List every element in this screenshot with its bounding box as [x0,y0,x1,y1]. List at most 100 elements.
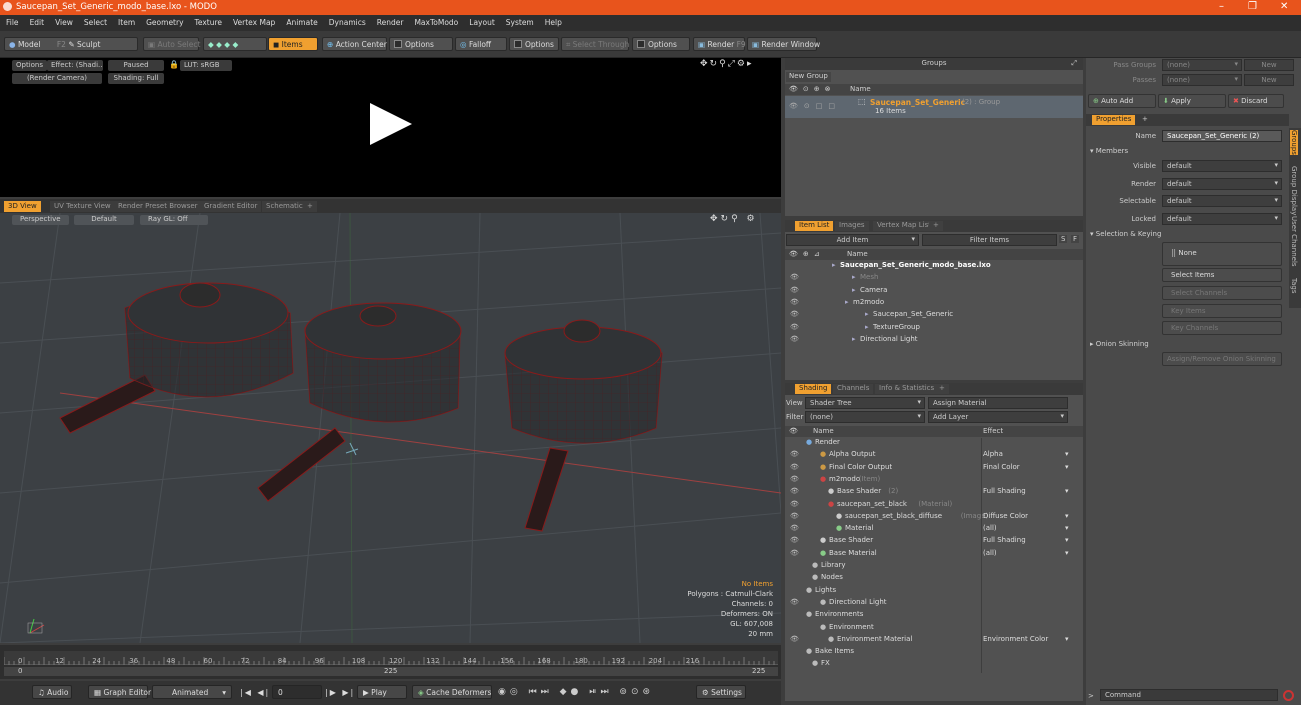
tab-render-preset-browser[interactable]: Render Preset Browser [114,201,202,212]
falloff-button[interactable]: ◎ Falloff [455,37,507,51]
side-tab-group-display[interactable]: Group Display [1290,166,1298,215]
shader-row[interactable]: 👁 ● Environment Material Environment Color ▾ [785,635,1083,647]
eye-icon[interactable]: 👁 [790,475,799,483]
tab-item-list[interactable]: Item List [795,221,834,231]
audio-button[interactable]: ♫ Audio [32,685,72,699]
eye-icon[interactable]: 👁 [790,463,799,471]
eye-icon[interactable]: 👁 [790,450,799,458]
item-row[interactable]: 👁 ▸ Camera [785,286,1083,298]
add-item-dropdown[interactable]: Add Item ▾ [786,234,919,246]
tab-schematic[interactable]: Schematic [262,201,307,212]
render-button[interactable]: ▣ Render F9 [693,37,746,51]
minimize-button[interactable]: – [1219,1,1224,12]
menu-system[interactable]: System [500,15,539,27]
expand-icon[interactable]: ⤢ [1071,59,1077,68]
chevron-down-icon[interactable]: ▾ [1065,512,1069,520]
shader-row[interactable]: ● Lights [785,586,1083,598]
item-row[interactable]: 👁 ▸ Saucepan_Set_Generic [785,310,1083,322]
shader-row[interactable]: 👁 ● saucepan_set_black (Material) [785,500,1083,512]
settings-button[interactable]: ⚙ Settings [696,685,746,699]
selection-keying-section[interactable]: ▾ Selection & Keying [1090,230,1161,238]
eye-icon[interactable]: 👁 [790,512,799,520]
preview-options-button[interactable]: Options [12,60,48,71]
members-section[interactable]: ▾ Members [1090,147,1128,155]
timeline-range[interactable]: 0 225 225 [4,667,778,676]
frame-field[interactable]: 0 [272,685,322,699]
tab-gradient-editor[interactable]: Gradient Editor [200,201,262,212]
shader-row[interactable]: 👁 ● Base Shader Full Shading ▾ [785,536,1083,548]
assign-onion-button[interactable]: Assign/Remove Onion Skinning [1162,352,1282,366]
tab-properties[interactable]: Properties [1092,115,1136,125]
eye-icon[interactable]: 👁 [790,635,799,643]
s-button[interactable]: S [1059,235,1068,243]
eye-icon[interactable]: 👁 [790,273,799,281]
layer-effect[interactable]: Final Color [983,463,1020,471]
animated-dropdown[interactable]: Animated ▾ [152,685,232,699]
filter-dropdown[interactable]: (none) ▾ [805,411,925,423]
lock-icon[interactable]: 🔒 [169,60,179,69]
eye-icon[interactable]: 👁 [790,536,799,544]
shader-row[interactable]: 👁 ● m2modo (Item) [785,475,1083,487]
menu-maxtomodo[interactable]: MaxToModo [408,15,463,27]
tab--[interactable]: + [303,201,317,212]
chevron-down-icon[interactable]: ▾ [1065,487,1069,495]
camera-dropdown[interactable]: (Render Camera) [12,73,102,84]
eye-icon[interactable]: 👁 [790,487,799,495]
menu-select[interactable]: Select [78,15,112,27]
new-pass-button[interactable]: New [1244,74,1294,86]
key-items-button[interactable]: Key Items [1162,304,1282,318]
shader-row[interactable]: 👁 ● Final Color Output Final Color ▾ [785,463,1083,475]
viewport-nav-icons[interactable]: ✥↻⚲ ⚙ [710,214,758,224]
menu-texture[interactable]: Texture [189,15,227,27]
falloff-options[interactable]: Options [509,37,559,51]
shader-row[interactable]: 👁 ● Directional Light [785,598,1083,610]
model-button[interactable]: ● Model F2 ✎ Sculpt [4,37,138,51]
shader-row[interactable]: 👁 ● saucepan_set_black_diffuse (Image) Diffu… [785,512,1083,524]
tab-shading[interactable]: Shading [795,384,832,394]
graph-editor-button[interactable]: ▦ Graph Editor [88,685,151,699]
effect-dropdown[interactable]: Effect: (Shadi... [47,60,103,71]
eye-icon[interactable]: 👁 [790,524,799,532]
onion-skinning-section[interactable]: ▸ Onion Skinning [1090,340,1149,348]
side-tab-tags[interactable]: Tags [1290,278,1298,294]
shader-row[interactable]: ● FX [785,659,1083,671]
layer-effect[interactable]: Diffuse Color [983,512,1028,520]
menu-geometry[interactable]: Geometry [140,15,188,27]
select-through-options[interactable]: Options [632,37,690,51]
tab-info-statistics[interactable]: Info & Statistics [875,384,939,394]
eye-icon[interactable]: 👁 [790,598,799,606]
maximize-button[interactable]: ❐ [1248,1,1257,12]
item-row[interactable]: ▸ Saucepan_Set_Generic_modo_base.lxo [785,261,1083,273]
item-row[interactable]: 👁 ▸ Mesh [785,273,1083,285]
chevron-down-icon[interactable]: ▾ [1065,549,1069,557]
prop-dropdown[interactable]: default ▾ [1162,177,1282,190]
chevron-down-icon[interactable]: ▾ [1065,524,1069,532]
tab-images[interactable]: Images [835,221,869,231]
eye-icon[interactable]: 👁 [790,286,799,294]
render-preview[interactable]: Options Effect: (Shadi... Paused 🔒 LUT: … [0,58,781,197]
shader-row[interactable]: ● Render [785,438,1083,450]
item-row[interactable]: 👁 ▸ m2modo [785,298,1083,310]
chevron-down-icon[interactable]: ▾ [1065,536,1069,544]
apply-button[interactable]: ⬇ Apply [1158,94,1226,108]
shader-row[interactable]: 👁 ● Alpha Output Alpha ▾ [785,450,1083,462]
eye-icon[interactable]: 👁 [790,298,799,306]
action-center-options[interactable]: Options [389,37,453,51]
menu-layout[interactable]: Layout [463,15,500,27]
new-group-button[interactable]: New Group [786,72,831,82]
eye-icon[interactable]: 👁 [790,500,799,508]
none-button[interactable]: ⣿ None [1162,242,1282,266]
tab-uv-texture-view[interactable]: UV Texture View [50,201,115,212]
layer-effect[interactable]: Alpha [983,450,1003,458]
side-tab-user-channels[interactable]: User Channels [1290,216,1298,267]
raygl-dropdown[interactable]: Ray GL: Off [140,215,208,225]
item-row[interactable]: 👁 ▸ TextureGroup [785,323,1083,335]
skip-end-icons[interactable]: |▶ ▶| [325,688,355,697]
view-dropdown[interactable]: Shader Tree ▾ [805,397,925,409]
key-tools-icons[interactable]: ◉◎ ⏮⏭ ◆● ⏯⏭ ⊚⊙⊛ [498,687,654,697]
assign-material-button[interactable]: Assign Material [928,397,1068,409]
shader-row[interactable]: ● Library [785,561,1083,573]
layer-effect[interactable]: Environment Color [983,635,1048,643]
menu-help[interactable]: Help [539,15,567,27]
shading-dropdown[interactable]: Shading: Full [108,73,164,84]
